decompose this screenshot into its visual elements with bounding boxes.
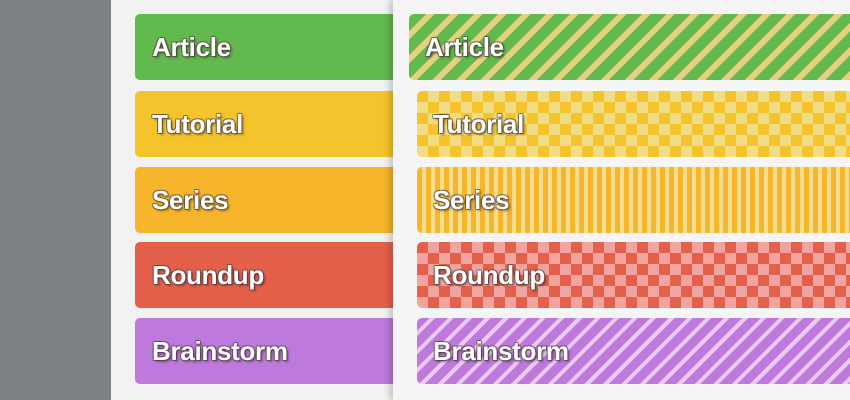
- tag-roundup-solid[interactable]: Roundup: [135, 242, 435, 308]
- tag-label: Series: [152, 184, 229, 215]
- tag-series-patterned[interactable]: Series: [417, 167, 850, 233]
- tag-label: Tutorial: [433, 108, 524, 139]
- tag-label: Brainstorm: [433, 335, 569, 366]
- tag-article-patterned[interactable]: Article: [409, 14, 850, 80]
- patterned-tags-panel: Article Tutorial Series Roundup Brainsto…: [393, 0, 850, 400]
- tag-series-solid[interactable]: Series: [135, 167, 435, 233]
- tag-article-solid[interactable]: Article: [135, 14, 435, 80]
- tag-brainstorm-patterned[interactable]: Brainstorm: [417, 318, 850, 384]
- tag-label: Roundup: [152, 259, 264, 290]
- tag-tutorial-solid[interactable]: Tutorial: [135, 91, 435, 157]
- tag-label: Roundup: [433, 259, 545, 290]
- tag-brainstorm-solid[interactable]: Brainstorm: [135, 318, 435, 384]
- tag-label: Article: [425, 31, 504, 62]
- left-gutter: [0, 0, 111, 400]
- tag-tutorial-patterned[interactable]: Tutorial: [417, 91, 850, 157]
- tag-label: Brainstorm: [152, 335, 288, 366]
- tag-label: Tutorial: [152, 108, 243, 139]
- tag-label: Series: [433, 184, 510, 215]
- tag-label: Article: [152, 31, 231, 62]
- screenshot-stage: Article Tutorial Series Roundup Brainsto…: [0, 0, 850, 400]
- tag-roundup-patterned[interactable]: Roundup: [417, 242, 850, 308]
- solid-tags-panel: Article Tutorial Series Roundup Brainsto…: [111, 0, 435, 400]
